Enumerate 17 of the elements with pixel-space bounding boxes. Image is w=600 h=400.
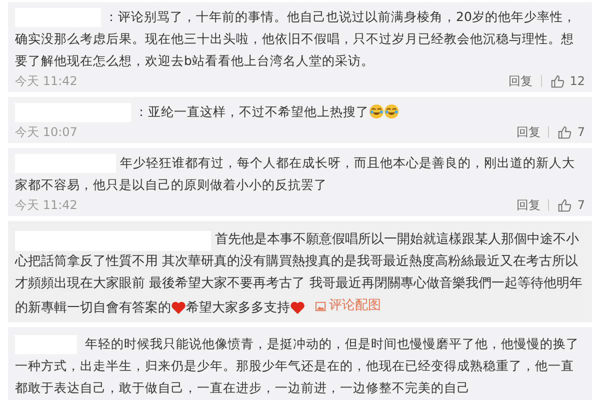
reply-link[interactable]: 回复 <box>516 123 540 141</box>
thumbs-up-icon[interactable] <box>550 74 565 88</box>
like-count: 7 <box>577 197 585 214</box>
reply-link[interactable]: 回复 <box>516 196 540 214</box>
image-icon <box>315 300 326 312</box>
thumbs-up-icon[interactable] <box>557 124 572 140</box>
heart-icon <box>171 300 186 314</box>
laughing-emoji-icon <box>369 104 384 119</box>
comment-time: 今天 11:42 <box>15 73 78 90</box>
laughing-emoji-icon <box>384 104 399 119</box>
reply-link[interactable]: 回复 <box>508 72 533 90</box>
thumbs-up-icon[interactable] <box>557 198 572 212</box>
comment-time: 今天 11:42 <box>15 197 78 214</box>
comment-time: 今天 10:07 <box>15 124 78 141</box>
like-count: 12 <box>570 73 585 90</box>
heart-icon <box>290 300 305 314</box>
like-count: 7 <box>577 124 585 141</box>
